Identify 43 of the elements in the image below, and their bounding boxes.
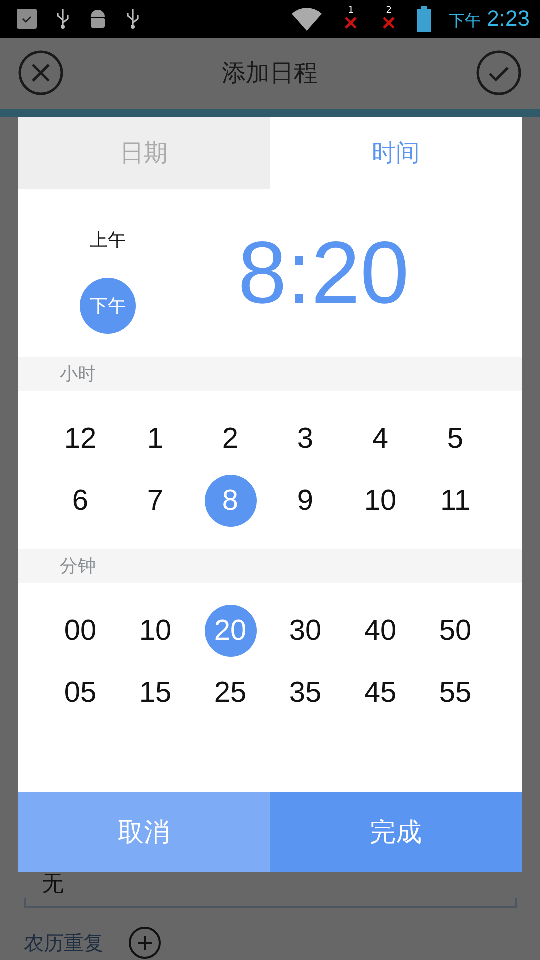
- number-option[interactable]: 12: [54, 413, 106, 466]
- close-button[interactable]: [18, 50, 64, 96]
- number-option[interactable]: 6: [54, 475, 106, 528]
- number-option[interactable]: 25: [204, 667, 256, 720]
- section-label: 分钟: [60, 555, 96, 578]
- number-option[interactable]: 55: [430, 667, 482, 720]
- battery-icon: [417, 6, 432, 32]
- number-option[interactable]: 10: [354, 475, 406, 528]
- number-option[interactable]: 40: [354, 605, 406, 658]
- number-option[interactable]: 7: [130, 475, 182, 528]
- number-option[interactable]: 9: [280, 475, 332, 528]
- checkbox-notification-icon: [16, 8, 38, 30]
- number-option[interactable]: 35: [280, 667, 332, 720]
- usb-icon: [56, 8, 70, 30]
- number-option[interactable]: 1: [130, 413, 182, 466]
- section-label: 小时: [60, 363, 96, 386]
- number-option[interactable]: 15: [130, 667, 182, 720]
- lunar-repeat-label: 农历重复: [24, 930, 104, 957]
- number-option[interactable]: 00: [54, 605, 106, 658]
- repeat-value: 无: [41, 872, 65, 898]
- sim-number: 2: [386, 7, 392, 16]
- time-display: 8:20: [238, 222, 410, 324]
- number-option[interactable]: 11: [430, 475, 482, 528]
- number-option[interactable]: 3: [280, 413, 332, 466]
- no-signal-x-icon: [344, 16, 358, 30]
- sim-number: 1: [348, 7, 354, 16]
- clock-period: 下午: [449, 10, 482, 32]
- meridiem-option[interactable]: 上午: [80, 212, 136, 268]
- wifi-icon: [291, 6, 324, 32]
- add-icon[interactable]: [128, 926, 162, 960]
- confirm-button[interactable]: [476, 50, 522, 96]
- clock-time: 2:23: [487, 6, 530, 32]
- number-option[interactable]: 2: [204, 413, 256, 466]
- number-option[interactable]: 30: [280, 605, 332, 658]
- number-option[interactable]: 45: [354, 667, 406, 720]
- number-option[interactable]: 10: [130, 605, 182, 658]
- number-option[interactable]: 4: [354, 413, 406, 466]
- number-option[interactable]: 50: [430, 605, 482, 658]
- usb-icon: [126, 8, 140, 30]
- number-option[interactable]: 5: [430, 413, 482, 466]
- number-option[interactable]: 05: [54, 667, 106, 720]
- screen-title: 添加日程: [222, 58, 318, 90]
- no-signal-x-icon: [382, 16, 396, 30]
